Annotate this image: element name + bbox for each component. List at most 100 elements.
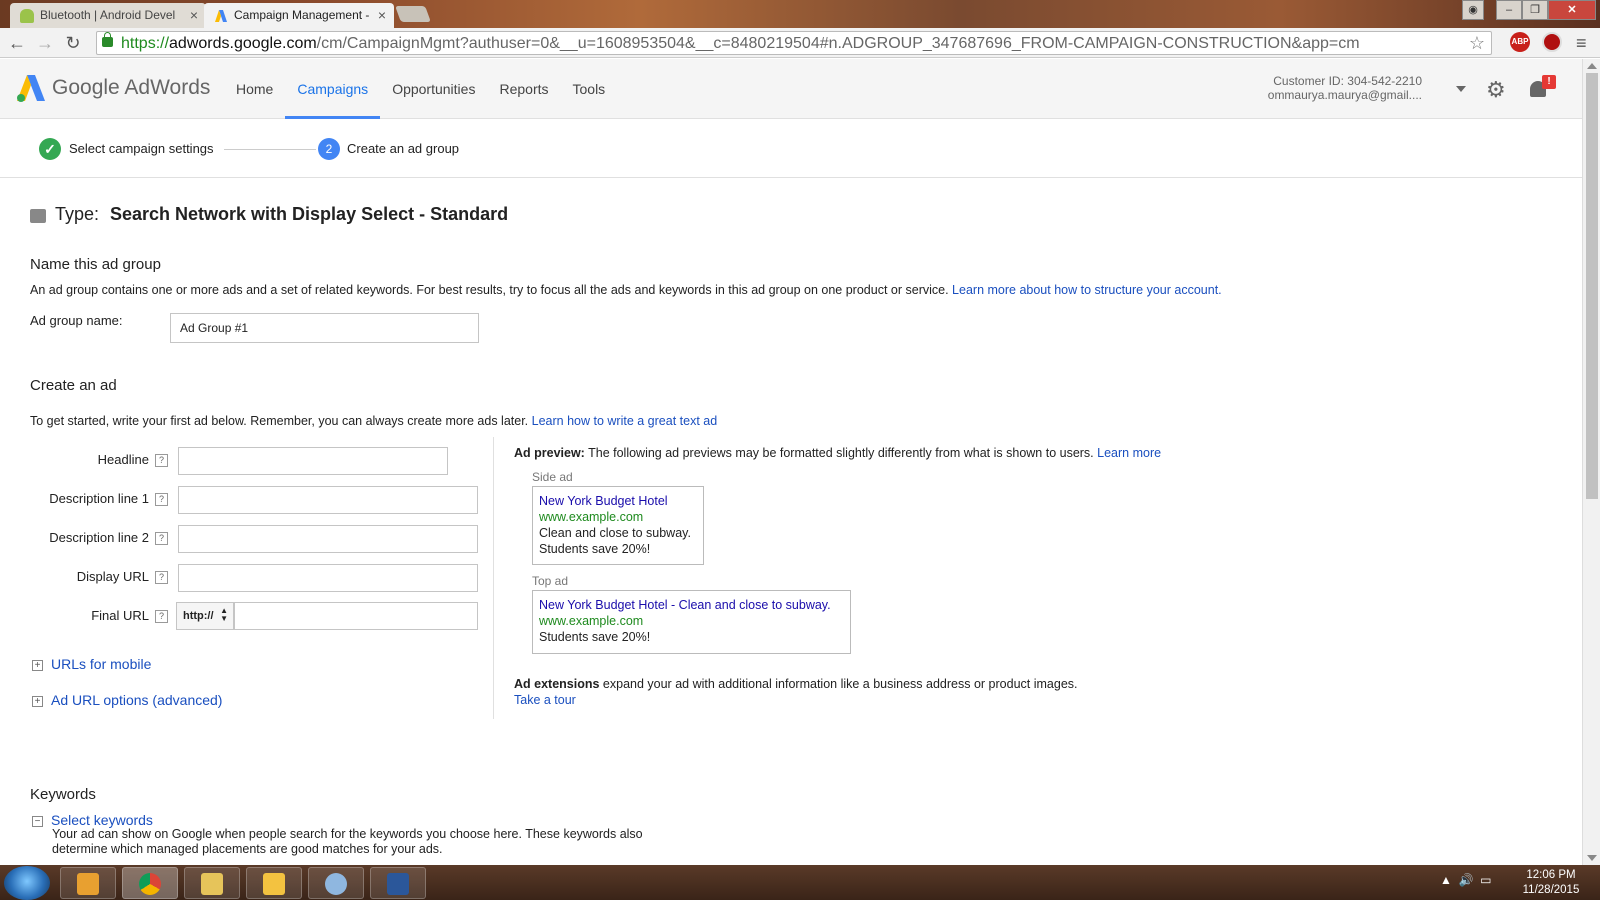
top-ad-headline: New York Budget Hotel - Clean and close … (539, 598, 831, 612)
gear-icon[interactable]: ⚙ (1486, 77, 1506, 103)
folder-icon (201, 873, 223, 895)
help-icon[interactable]: ? (155, 610, 168, 624)
extension-icon[interactable] (1542, 32, 1562, 52)
main-nav: Home Campaigns Opportunities Reports Too… (224, 59, 617, 119)
browser-tab-bluetooth[interactable]: Bluetooth | Android Devel × (10, 3, 206, 28)
tab-title: Bluetooth | Android Devel (40, 8, 176, 22)
taskbar-paint[interactable] (308, 867, 364, 899)
select-arrows-icon: ▲ ▼ (220, 606, 228, 623)
taskbar-word[interactable] (370, 867, 426, 899)
windows-taskbar: ▲ 🔊 ▭ 12:06 PM 11/28/2015 (0, 865, 1600, 900)
address-bar[interactable]: https://adwords.google.com/cm/CampaignMg… (96, 31, 1492, 55)
text-ad-tips-link[interactable]: Learn how to write a great text ad (532, 414, 718, 428)
type-label: Type: (55, 204, 100, 224)
description-line-2-label: Description line 2? (40, 530, 168, 546)
close-tab-icon[interactable]: × (378, 7, 386, 23)
description-line-1-label: Description line 1? (40, 491, 168, 507)
ad-group-description: An ad group contains one or more ads and… (30, 283, 1222, 297)
side-ad-preview: New York Budget Hotel www.example.com Cl… (532, 486, 704, 565)
bookmark-star-icon[interactable]: ☆ (1469, 33, 1485, 54)
forward-icon[interactable]: → (34, 32, 56, 54)
system-tray[interactable]: ▲ 🔊 ▭ (1440, 873, 1492, 887)
top-ad-line: Students save 20%! (539, 630, 651, 644)
collapse-minus-icon: − (32, 815, 43, 827)
back-icon[interactable]: ← (6, 32, 28, 54)
nav-opportunities[interactable]: Opportunities (380, 59, 487, 119)
adwords-logo-icon[interactable] (16, 73, 46, 103)
close-window-button[interactable]: ✕ (1548, 0, 1596, 20)
urls-for-mobile-toggle[interactable]: + URLs for mobile (32, 656, 151, 672)
ad-url-options-toggle[interactable]: + Ad URL options (advanced) (32, 692, 222, 708)
ad-group-name-input[interactable] (170, 313, 479, 343)
taskbar-media-player[interactable] (60, 867, 116, 899)
side-ad-headline: New York Budget Hotel (539, 494, 668, 508)
preview-learn-more-link[interactable]: Learn more (1097, 446, 1161, 460)
minimize-button[interactable]: ‒ (1496, 0, 1522, 20)
mail-icon (263, 873, 285, 895)
nav-reports[interactable]: Reports (487, 59, 560, 119)
account-email: ommaurya.maurya@gmail.... (1267, 88, 1422, 102)
select-keywords-toggle[interactable]: − Select keywords (32, 812, 153, 828)
page-scrollbar[interactable] (1582, 59, 1600, 865)
help-icon[interactable]: ? (155, 532, 168, 546)
description-line-1-input[interactable] (178, 486, 478, 514)
ad-group-name-label: Ad group name: (30, 313, 123, 328)
nav-home[interactable]: Home (224, 59, 285, 119)
final-url-input[interactable] (234, 602, 478, 630)
headline-input[interactable] (178, 447, 448, 475)
keywords-heading: Keywords (30, 786, 96, 803)
ad-group-heading: Name this ad group (30, 256, 161, 273)
step-connector (224, 149, 316, 150)
account-dropdown-icon[interactable] (1456, 86, 1466, 92)
paint-icon (325, 873, 347, 895)
maximize-button[interactable]: ❐ (1522, 0, 1548, 20)
android-icon (20, 9, 34, 23)
campaign-type-value: Search Network with Display Select - Sta… (110, 204, 509, 224)
close-tab-icon[interactable]: × (190, 7, 198, 23)
checkmark-icon: ✓ (39, 138, 61, 160)
side-ad-label: Side ad (532, 470, 573, 484)
nav-tools[interactable]: Tools (561, 59, 618, 119)
taskbar-chrome[interactable] (122, 867, 178, 899)
nav-campaigns[interactable]: Campaigns (285, 59, 381, 119)
reload-icon[interactable]: ↻ (62, 32, 84, 54)
help-icon[interactable]: ? (155, 454, 168, 468)
final-url-label: Final URL? (40, 608, 168, 624)
taskbar-explorer[interactable] (184, 867, 240, 899)
user-profile-icon[interactable]: ◉ (1462, 0, 1484, 20)
taskbar-clock[interactable]: 12:06 PM 11/28/2015 (1516, 868, 1586, 898)
account-info[interactable]: Customer ID: 304-542-2210 ommaurya.maury… (1268, 74, 1422, 102)
notification-badge: ! (1542, 75, 1556, 89)
ad-preview-header: Ad preview: The following ad previews ma… (514, 446, 1162, 460)
url-text: https://adwords.google.com/cm/CampaignMg… (121, 35, 1360, 52)
customer-id: Customer ID: 304-542-2210 (1273, 74, 1422, 88)
structure-account-link[interactable]: Learn more about how to structure your a… (952, 283, 1222, 297)
take-a-tour-link[interactable]: Take a tour (514, 693, 576, 707)
take-a-tour-wrap: Take a tour (514, 693, 576, 707)
adwords-favicon-icon (215, 10, 227, 22)
side-ad-line-2: Students save 20%! (539, 542, 651, 556)
brand-name: Google AdWords (52, 76, 211, 99)
top-ad-label: Top ad (532, 574, 569, 588)
help-icon[interactable]: ? (155, 493, 168, 507)
scroll-down-icon[interactable] (1587, 855, 1597, 861)
word-icon (387, 873, 409, 895)
description-line-2-input[interactable] (178, 525, 478, 553)
adblock-extension-icon[interactable]: ABP (1510, 32, 1530, 52)
taskbar-outlook[interactable] (246, 867, 302, 899)
scroll-up-icon[interactable] (1587, 63, 1597, 69)
browser-tab-campaign[interactable]: Campaign Management - × (204, 3, 394, 28)
help-icon[interactable]: ? (155, 571, 168, 585)
scrollbar-thumb[interactable] (1586, 73, 1598, 499)
step-select-settings[interactable]: Select campaign settings (69, 141, 214, 156)
protocol-select[interactable]: http://▲ ▼ (176, 602, 234, 630)
step-number: 2 (318, 138, 340, 160)
keywords-description: Your ad can show on Google when people s… (52, 827, 643, 856)
create-ad-intro: To get started, write your first ad belo… (30, 414, 718, 428)
new-tab-button[interactable] (395, 6, 431, 22)
windows-start-icon[interactable] (4, 866, 50, 900)
browser-menu-icon[interactable]: ≡ (1576, 33, 1587, 54)
display-url-input[interactable] (178, 564, 478, 592)
browser-tabstrip: Bluetooth | Android Devel × Campaign Man… (0, 0, 1600, 28)
create-ad-heading: Create an ad (30, 377, 117, 394)
